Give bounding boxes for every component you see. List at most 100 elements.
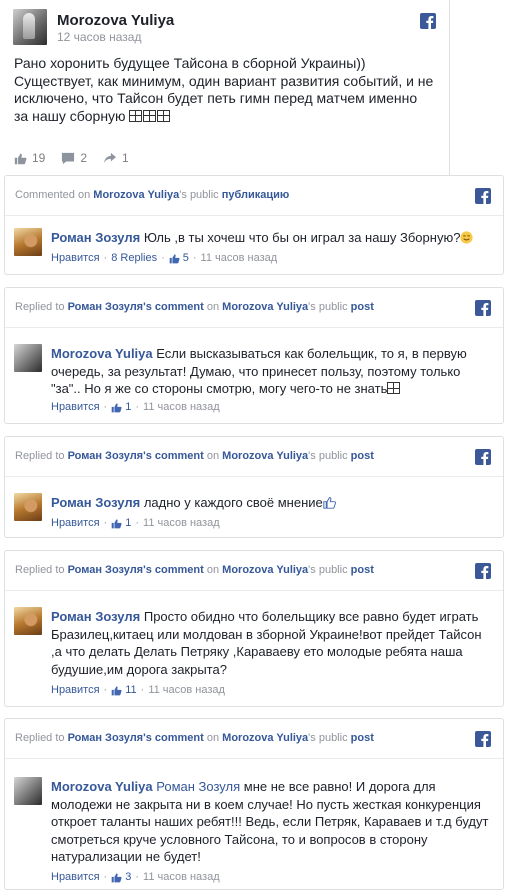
header-mid2: 's public — [308, 450, 348, 462]
header-mid2: 's public — [308, 732, 348, 744]
header-prefix: Replied to — [15, 301, 65, 313]
facebook-icon[interactable] — [475, 449, 491, 465]
header-page-link[interactable]: Morozova Yuliya — [222, 450, 308, 462]
like-count-value: 5 — [182, 252, 189, 264]
facebook-icon[interactable] — [420, 13, 436, 29]
like-link[interactable]: Нравится — [51, 871, 100, 883]
mention-link[interactable]: Роман Зозуля — [156, 779, 240, 794]
shares-stat[interactable]: 1 — [103, 151, 129, 165]
smile-emoji-icon — [460, 231, 474, 244]
facebook-icon[interactable] — [475, 731, 491, 747]
divider — [5, 758, 503, 759]
card-header: Replied to Роман Зозуля's comment on Mor… — [15, 301, 374, 313]
commenter-avatar[interactable] — [14, 777, 42, 805]
like-count-value: 1 — [125, 517, 132, 529]
comment-author[interactable]: Роман Зозуля — [51, 230, 140, 245]
post-author[interactable]: Morozova Yuliya — [57, 12, 174, 29]
header-target-link[interactable]: Роман Зозуля's comment — [68, 564, 204, 576]
header-target-link[interactable]: Morozova Yuliya — [93, 189, 179, 201]
comment-author[interactable]: Роман Зозуля — [51, 495, 140, 510]
comment-time[interactable]: 11 часов назад — [143, 401, 220, 413]
like-count-value: 3 — [125, 871, 132, 883]
header-target-link[interactable]: Роман Зозуля's comment — [68, 450, 204, 462]
like-small-icon — [111, 402, 122, 412]
header-page-link[interactable]: Morozova Yuliya — [222, 301, 308, 313]
header-target-link[interactable]: Роман Зозуля's comment — [68, 732, 204, 744]
comment-meta: Нравится · 1 · 11 часов назад — [51, 401, 220, 413]
comments-count: 2 — [80, 151, 88, 165]
like-count[interactable]: 11 — [111, 684, 137, 696]
card-header: Replied to Роман Зозуля's comment on Mor… — [15, 564, 374, 576]
like-small-icon — [111, 872, 122, 882]
reply-card: Replied to Роман Зозуля's comment on Mor… — [4, 550, 504, 707]
like-count[interactable]: 1 — [111, 401, 131, 413]
share-icon — [104, 152, 117, 164]
header-mid2: 's public — [308, 301, 348, 313]
facebook-icon[interactable] — [475, 300, 491, 316]
like-count[interactable]: 1 — [111, 517, 131, 529]
commenter-avatar[interactable] — [14, 607, 42, 635]
header-prefix: Replied to — [15, 564, 65, 576]
comment-body: Юль ,в ты хочеш что бы он играл за нашу … — [143, 230, 461, 245]
header-target-link[interactable]: Роман Зозуля's comment — [68, 301, 204, 313]
post-card: Morozova Yuliya 12 часов назад Рано хоро… — [0, 0, 450, 175]
replies-link[interactable]: 8 Replies — [111, 252, 157, 264]
like-link[interactable]: Нравится — [51, 517, 100, 529]
header-object-link[interactable]: post — [351, 450, 374, 462]
comment-author[interactable]: Morozova Yuliya — [51, 779, 153, 794]
header-mid2: 's public — [308, 564, 348, 576]
comment-icon — [62, 152, 75, 164]
comment-text: Роман Зозуля ладно у каждого своё мнение — [51, 494, 489, 512]
header-object-link[interactable]: post — [351, 564, 374, 576]
commenter-avatar[interactable] — [14, 344, 42, 372]
reply-card: Replied to Роман Зозуля's comment on Mor… — [4, 287, 504, 424]
like-link[interactable]: Нравится — [51, 401, 100, 413]
comment-author[interactable]: Роман Зозуля — [51, 609, 140, 624]
comment-time[interactable]: 11 часов назад — [143, 871, 220, 883]
header-mid: on — [206, 564, 220, 576]
post-body: Рано хоронить будущее Тайсона в сборной … — [14, 55, 434, 124]
comment-card: Commented on Morozova Yuliya's public пу… — [4, 175, 504, 275]
comment-time[interactable]: 11 часов назад — [143, 517, 220, 529]
comment-author[interactable]: Morozova Yuliya — [51, 346, 153, 361]
commenter-avatar[interactable] — [14, 228, 42, 256]
card-header: Replied to Роман Зозуля's comment on Mor… — [15, 732, 374, 744]
commenter-avatar[interactable] — [14, 493, 42, 521]
divider — [5, 327, 503, 328]
reply-card: Replied to Роман Зозуля's comment on Mor… — [4, 718, 504, 890]
comment-meta: Нравится · 8 Replies · 5 · 11 часов наза… — [51, 252, 278, 264]
divider — [5, 590, 503, 591]
comment-body: ладно у каждого своё мнение — [143, 495, 323, 510]
author-avatar[interactable] — [13, 9, 47, 45]
like-count[interactable]: 3 — [111, 871, 131, 883]
comment-time[interactable]: 11 часов назад — [148, 684, 225, 696]
header-page-link[interactable]: Morozova Yuliya — [222, 564, 308, 576]
header-mid: 's public — [179, 189, 219, 201]
card-header: Commented on Morozova Yuliya's public пу… — [15, 189, 289, 201]
likes-stat[interactable]: 19 — [14, 151, 45, 165]
comment-meta: Нравится · 11 · 11 часов назад — [51, 684, 225, 696]
like-count-value: 11 — [125, 684, 137, 696]
header-page-link[interactable]: Morozova Yuliya — [222, 732, 308, 744]
comments-stat[interactable]: 2 — [61, 151, 87, 165]
header-object-link[interactable]: публикацию — [222, 189, 290, 201]
comment-time[interactable]: 11 часов назад — [201, 252, 278, 264]
emoji-glyph — [387, 382, 401, 394]
divider — [5, 215, 503, 216]
header-object-link[interactable]: post — [351, 732, 374, 744]
like-count[interactable]: 5 — [169, 252, 189, 264]
card-header: Replied to Роман Зозуля's comment on Mor… — [15, 450, 374, 462]
header-prefix: Replied to — [15, 732, 65, 744]
header-prefix: Commented on — [15, 189, 91, 201]
reply-card: Replied to Роман Зозуля's comment on Mor… — [4, 436, 504, 538]
thumbs-up-emoji-icon — [323, 497, 336, 509]
like-small-icon — [111, 685, 122, 695]
header-object-link[interactable]: post — [351, 301, 374, 313]
post-time[interactable]: 12 часов назад — [57, 30, 141, 44]
divider — [5, 476, 503, 477]
like-link[interactable]: Нравится — [51, 252, 100, 264]
like-link[interactable]: Нравится — [51, 684, 100, 696]
facebook-icon[interactable] — [475, 188, 491, 204]
post-text: Рано хоронить будущее Тайсона в сборной … — [14, 55, 434, 125]
facebook-icon[interactable] — [475, 563, 491, 579]
